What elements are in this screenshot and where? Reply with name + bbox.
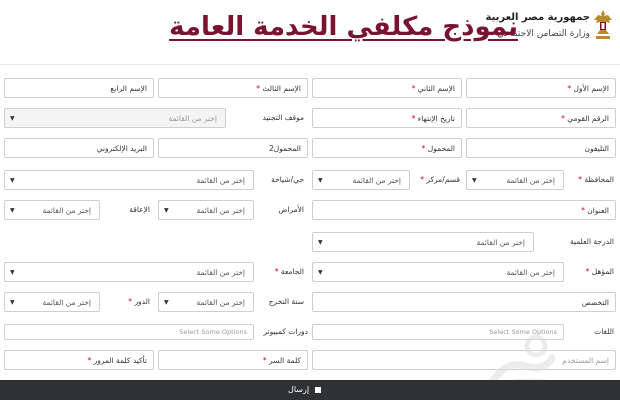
district-value: إختر من القائمة: [352, 176, 401, 185]
caret-down-icon: ▼: [318, 269, 323, 276]
country-name: جمهورية مصر العربية: [485, 12, 590, 23]
mobile2-label: المحمول2: [269, 144, 301, 153]
confirm-password-field[interactable]: تأكيد كلمة المرور *: [4, 350, 154, 370]
caret-down-icon: ▼: [164, 207, 169, 214]
second-name-label: الإسم الثاني *: [411, 84, 455, 93]
governorate-label: المحافظة *: [578, 175, 614, 184]
caret-down-icon: ▼: [10, 269, 15, 276]
caret-down-icon: ▼: [10, 115, 15, 122]
submit-bar: إرسال: [0, 380, 620, 400]
second-name-field[interactable]: الإسم الثاني *: [312, 78, 462, 98]
qualification-select[interactable]: إختر من القائمة ▼: [312, 262, 564, 282]
specialization-row: التخصص سنة التخرج إختر من القائمة ▼ الدو…: [0, 292, 620, 314]
first-name-label: الإسم الأول *: [567, 84, 609, 93]
first-name-field[interactable]: الإسم الأول *: [466, 78, 616, 98]
page-title: نموذج مكلفي الخدمة العامة: [169, 12, 518, 42]
qualification-value: إختر من القائمة: [506, 268, 555, 277]
recruitment-status-label: موقف التجنيد: [262, 113, 304, 122]
district-select[interactable]: إختر من القائمة ▼: [312, 170, 410, 190]
recruitment-status-value: إختر من القائمة: [168, 114, 217, 123]
national-id-field[interactable]: الرقم القومي *: [466, 108, 616, 128]
specialization-field[interactable]: التخصص: [312, 292, 616, 312]
submit-label: إرسال: [288, 385, 310, 394]
national-id-label: الرقم القومي *: [561, 114, 609, 123]
confirm-password-label: تأكيد كلمة المرور *: [87, 356, 147, 365]
disability-select[interactable]: إختر من القائمة ▼: [4, 200, 100, 220]
district-label: قسم/مركز *: [420, 175, 460, 184]
username-field[interactable]: إسم المستخدم: [312, 350, 616, 370]
disability-value: إختر من القائمة: [42, 206, 91, 215]
degree-value: إختر من القائمة: [476, 238, 525, 247]
username-label: إسم المستخدم: [562, 356, 609, 365]
header-divider: [0, 64, 620, 65]
email-field[interactable]: البريد الإلكتروني: [4, 138, 154, 158]
specialization-label: التخصص: [581, 298, 609, 307]
grad-year-select[interactable]: إختر من القائمة ▼: [158, 292, 254, 312]
degree-row: الدرجة العلمية إختر من القائمة ▼: [0, 232, 620, 254]
id-row: الرقم القومي * تاريخ الإنتهاء * موقف الت…: [0, 108, 620, 130]
degree-label: الدرجة العلمية: [569, 237, 614, 246]
neighborhood-value: إختر من القائمة: [196, 176, 245, 185]
role-value: إختر من القائمة: [42, 298, 91, 307]
recruitment-status-select[interactable]: إختر من القائمة ▼: [4, 108, 226, 128]
caret-down-icon: ▼: [10, 299, 15, 306]
mobile-label: المحمول *: [421, 144, 455, 153]
address-label: العنوان *: [581, 206, 609, 215]
neighborhood-select[interactable]: إختر من القائمة ▼: [4, 170, 254, 190]
diseases-select[interactable]: إختر من القائمة ▼: [158, 200, 254, 220]
third-name-label: الإسم الثالث *: [256, 84, 301, 93]
fourth-name-field[interactable]: الإسم الرابع: [4, 78, 154, 98]
password-label: كلمة السر *: [262, 356, 301, 365]
diseases-label: الأمراض: [278, 205, 304, 214]
page-header: جمهورية مصر العربية وزارة التضامن الاجتم…: [0, 0, 620, 62]
third-name-field[interactable]: الإسم الثالث *: [158, 78, 308, 98]
computer-courses-label: دورات كمبيوتر: [263, 327, 308, 336]
caret-down-icon: ▼: [10, 207, 15, 214]
role-label: الدور *: [128, 297, 150, 306]
eagle-emblem-icon: [594, 10, 612, 39]
contact-row: التليفون المحمول * المحمول2 البريد الإلك…: [0, 138, 620, 160]
address-field[interactable]: العنوان *: [312, 200, 616, 220]
caret-down-icon: ▼: [318, 239, 323, 246]
degree-select[interactable]: إختر من القائمة ▼: [312, 232, 534, 252]
qualification-label: المؤهل *: [585, 267, 614, 276]
governorate-select[interactable]: إختر من القائمة ▼: [466, 170, 564, 190]
email-label: البريد الإلكتروني: [96, 144, 147, 153]
computer-courses-value: Select Some Options: [179, 328, 247, 336]
end-date-field[interactable]: تاريخ الإنتهاء *: [312, 108, 462, 128]
university-value: إختر من القائمة: [196, 268, 245, 277]
address-row: العنوان * الأمراض إختر من القائمة ▼ الإع…: [0, 200, 620, 222]
diseases-value: إختر من القائمة: [196, 206, 245, 215]
fourth-name-label: الإسم الرابع: [110, 84, 147, 93]
password-field[interactable]: كلمة السر *: [158, 350, 308, 370]
university-select[interactable]: إختر من القائمة ▼: [4, 262, 254, 282]
grad-year-label: سنة التخرج: [268, 297, 304, 306]
end-date-label: تاريخ الإنتهاء *: [411, 114, 455, 123]
caret-down-icon: ▼: [10, 177, 15, 184]
ministry-name: جمهورية مصر العربية وزارة التضامن الاجتم…: [485, 12, 590, 39]
caret-down-icon: ▼: [164, 299, 169, 306]
languages-label: اللغات: [594, 327, 614, 336]
phone-field[interactable]: التليفون: [466, 138, 616, 158]
phone-label: التليفون: [584, 144, 609, 153]
caret-down-icon: ▼: [318, 177, 323, 184]
role-select[interactable]: إختر من القائمة ▼: [4, 292, 100, 312]
names-row: الإسم الأول * الإسم الثاني * الإسم الثال…: [0, 78, 620, 100]
square-icon: [314, 386, 321, 393]
mobile2-field[interactable]: المحمول2: [158, 138, 308, 158]
submit-button[interactable]: إرسال: [288, 383, 321, 397]
mobile-field[interactable]: المحمول *: [312, 138, 462, 158]
university-label: الجامعة *: [274, 267, 304, 276]
location-row: المحافظة * إختر من القائمة ▼ قسم/مركز * …: [0, 170, 620, 192]
grad-year-value: إختر من القائمة: [196, 298, 245, 307]
disability-label: الإعاقة: [129, 205, 150, 214]
education-row: المؤهل * إختر من القائمة ▼ الجامعة * إخت…: [0, 262, 620, 284]
caret-down-icon: ▼: [472, 177, 477, 184]
neighborhood-label: حي/شياخة: [271, 175, 304, 184]
governorate-value: إختر من القائمة: [506, 176, 555, 185]
ministry-name-line: وزارة التضامن الاجتماعي: [497, 29, 590, 39]
computer-courses-multiselect[interactable]: Select Some Options: [4, 324, 254, 340]
